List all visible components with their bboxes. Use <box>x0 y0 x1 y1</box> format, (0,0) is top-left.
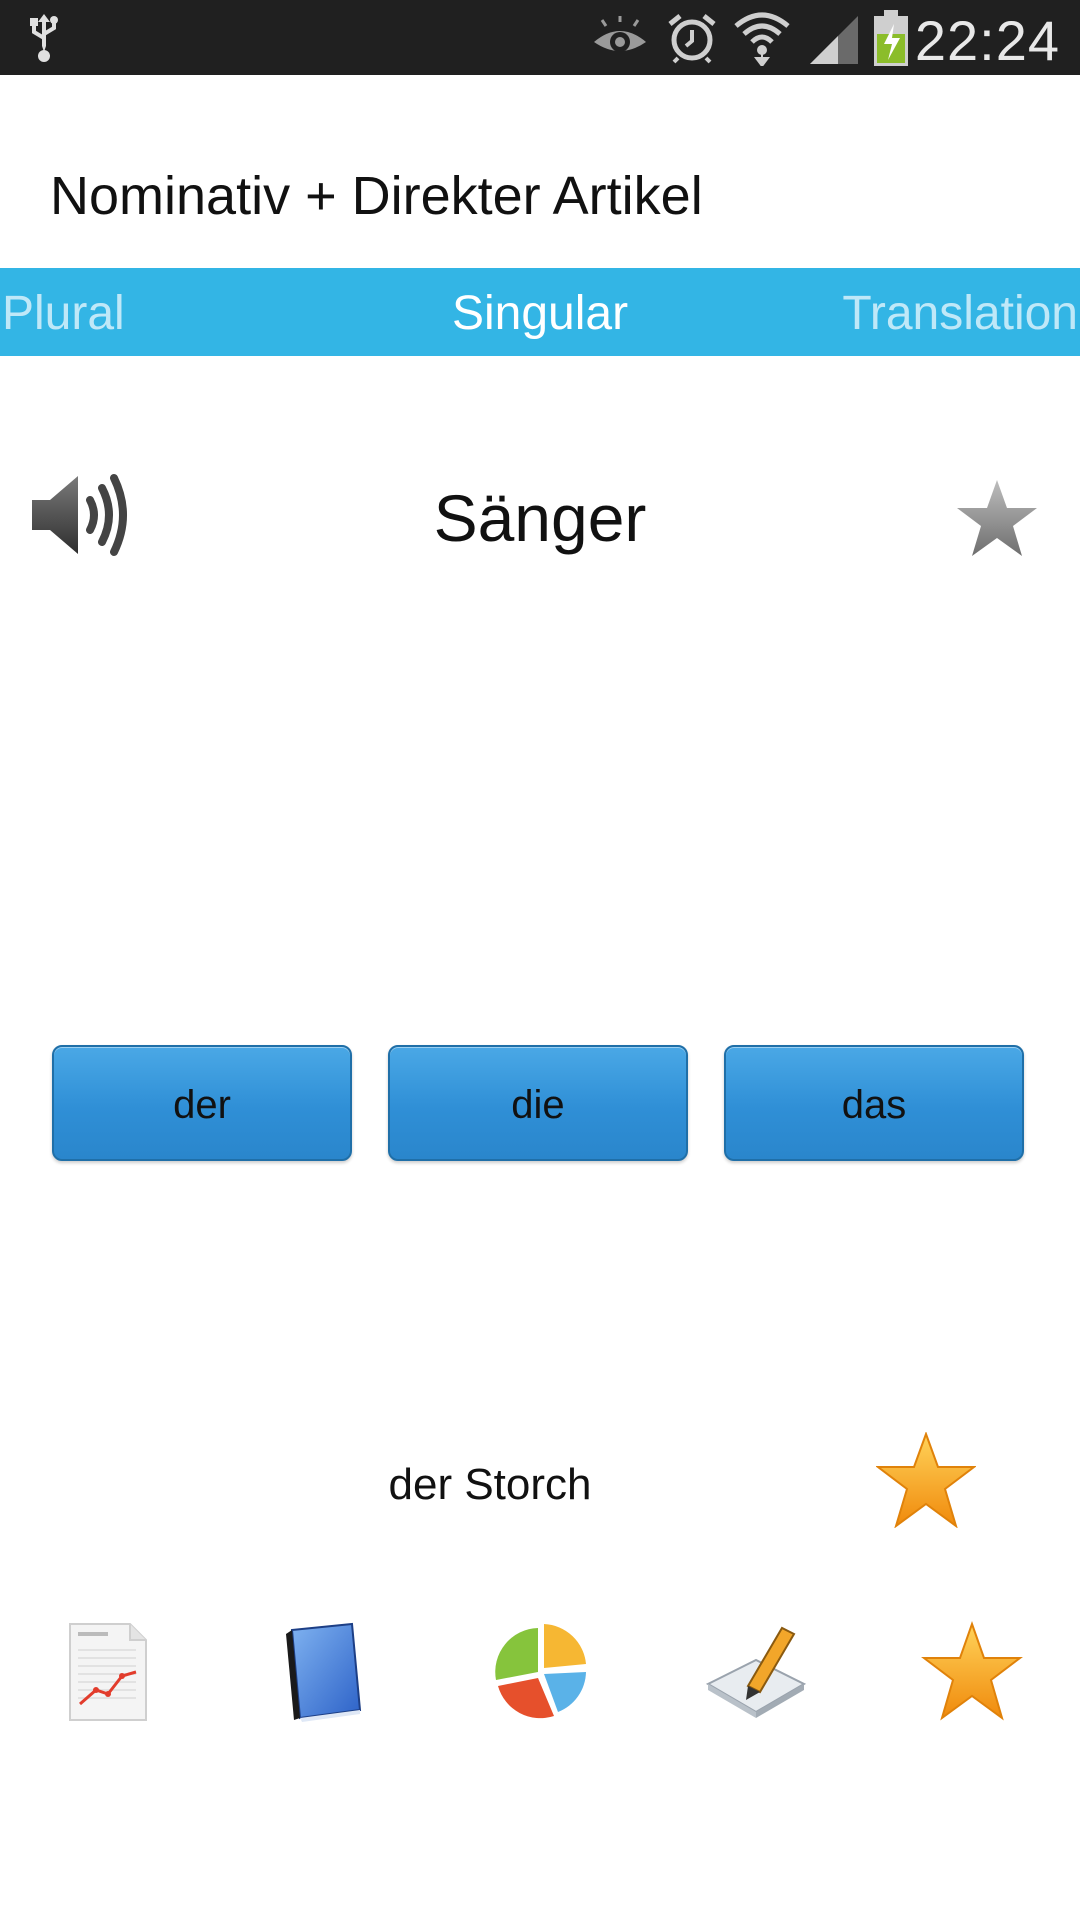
alarm-icon <box>668 14 716 64</box>
status-bar: 22:24 <box>0 0 1080 75</box>
word-label: Sänger <box>433 481 647 555</box>
pie-chart-icon[interactable] <box>488 1620 592 1724</box>
star-gray-icon[interactable] <box>955 478 1039 558</box>
page-title: Nominativ + Direkter Artikel <box>50 166 703 226</box>
usb-icon <box>30 14 58 62</box>
tab-translation[interactable]: Translation <box>842 286 1078 341</box>
status-time: 22:24 <box>914 9 1060 72</box>
star-gold-icon[interactable] <box>876 1432 976 1528</box>
edit-icon[interactable] <box>704 1620 808 1724</box>
die-button[interactable]: die <box>388 1045 688 1161</box>
report-icon[interactable] <box>56 1620 160 1724</box>
das-button[interactable]: das <box>724 1045 1024 1161</box>
eye-icon <box>594 16 646 52</box>
book-icon[interactable] <box>272 1620 376 1724</box>
signal-icon <box>810 16 858 64</box>
last-answer-text: der Storch <box>388 1460 592 1509</box>
tab-bar: Plural Singular Translation <box>0 268 1080 356</box>
favorites-star-icon[interactable] <box>920 1620 1024 1724</box>
battery-charging-icon <box>874 10 908 66</box>
der-button[interactable]: der <box>52 1045 352 1161</box>
wifi-icon <box>734 12 790 66</box>
